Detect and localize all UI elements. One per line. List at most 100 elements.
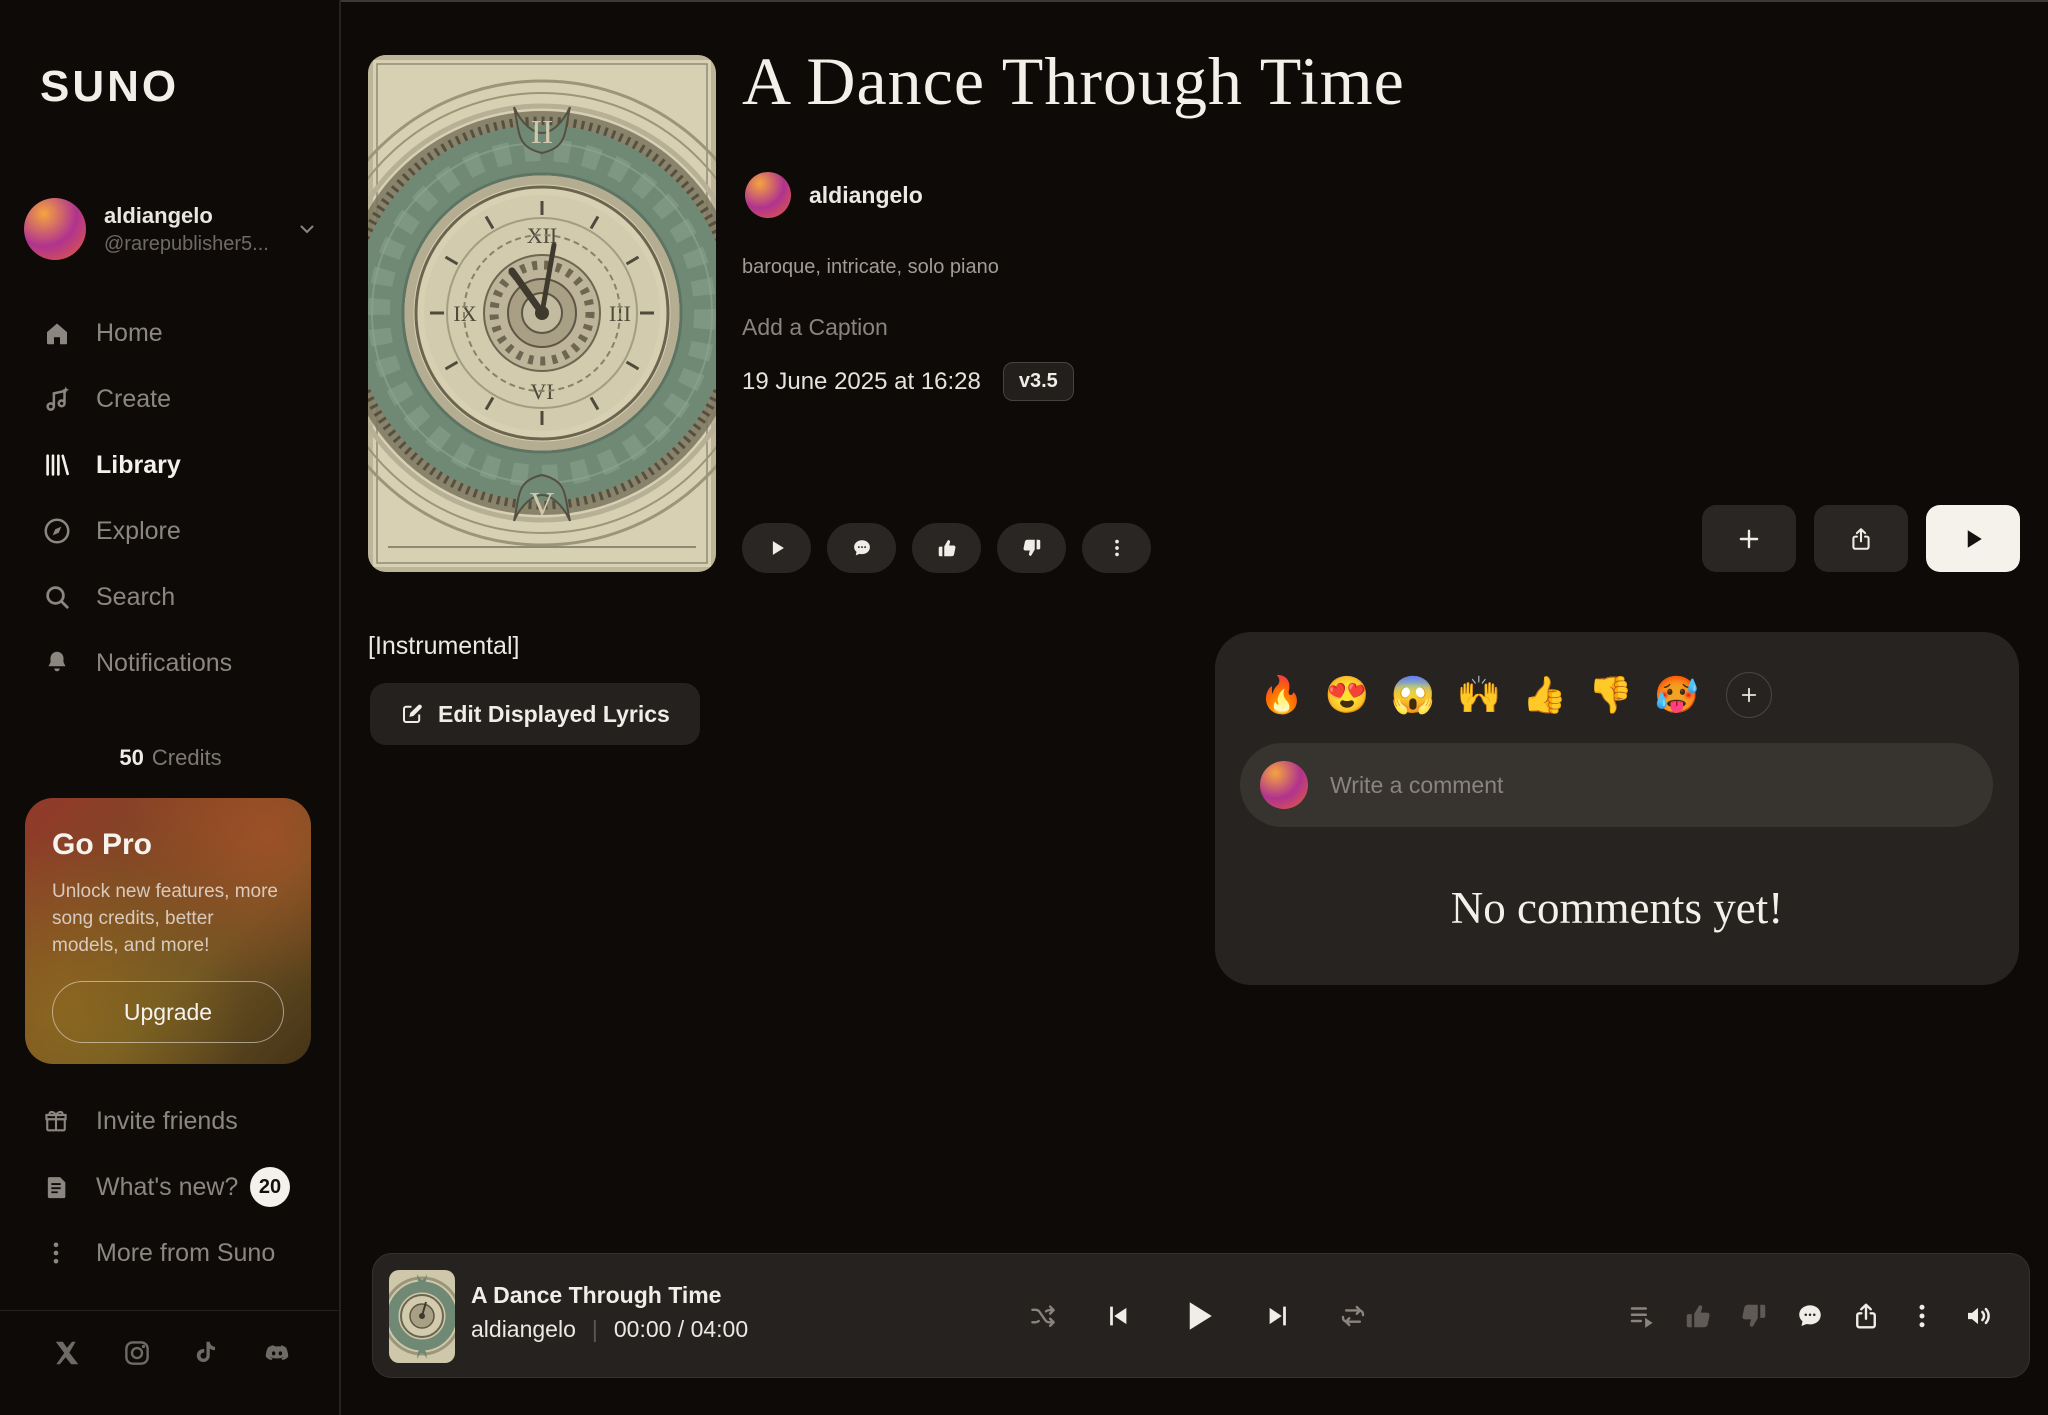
nav-label: Search — [96, 583, 175, 612]
reaction-scream[interactable]: 😱 — [1391, 673, 1436, 717]
upgrade-button[interactable]: Upgrade — [52, 981, 284, 1043]
previous-button[interactable] — [1102, 1301, 1132, 1331]
reaction-hot-face[interactable]: 🥵 — [1654, 673, 1699, 717]
invite-friends-item[interactable]: Invite friends — [0, 1088, 339, 1154]
thumbs-up-icon — [1683, 1301, 1713, 1331]
player-thumbnail[interactable] — [389, 1270, 455, 1363]
more-options-button[interactable] — [1082, 523, 1151, 573]
shuffle-button[interactable] — [1028, 1301, 1058, 1331]
comment-input-bar — [1240, 743, 1993, 827]
sidebar-item-explore[interactable]: Explore — [0, 498, 339, 564]
thumbs-down-icon — [1021, 537, 1043, 559]
go-pro-title: Go Pro — [52, 828, 284, 862]
play-button[interactable] — [742, 523, 811, 573]
nav-label: More from Suno — [96, 1239, 275, 1268]
share-icon — [1851, 1301, 1881, 1331]
suno-app: SUNO aldiangelo @rarepublisher5... Home … — [0, 0, 2048, 1415]
reaction-thumbs-up[interactable]: 👍 — [1522, 673, 1567, 717]
reaction-fire[interactable]: 🔥 — [1259, 673, 1304, 717]
like-button[interactable] — [912, 523, 981, 573]
queue-button[interactable] — [1627, 1301, 1657, 1331]
next-button[interactable] — [1264, 1301, 1294, 1331]
skip-forward-icon — [1264, 1301, 1294, 1331]
reaction-heart-eyes[interactable]: 😍 — [1325, 673, 1370, 717]
repeat-icon — [1338, 1301, 1368, 1331]
sidebar-item-notifications[interactable]: Notifications — [0, 630, 339, 696]
artist-link[interactable]: aldiangelo — [745, 172, 923, 218]
comment-icon — [1795, 1301, 1825, 1331]
model-version-badge[interactable]: v3.5 — [1003, 362, 1074, 401]
comment-icon — [851, 537, 873, 559]
credits-counter: 50 Credits — [0, 745, 341, 771]
player-artist[interactable]: aldiangelo — [471, 1316, 576, 1343]
go-pro-description: Unlock new features, more song credits, … — [52, 878, 284, 959]
queue-icon — [1627, 1301, 1657, 1331]
user-handle: @rarepublisher5... — [104, 233, 291, 256]
style-tags[interactable]: baroque, intricate, solo piano — [742, 256, 999, 279]
comment-input[interactable] — [1330, 772, 1973, 799]
primary-nav: Home Create Library Explore Search Notif… — [0, 300, 339, 696]
nav-label: Library — [96, 451, 181, 480]
top-right-actions — [1702, 505, 2020, 572]
gift-icon — [42, 1107, 70, 1135]
user-menu[interactable]: aldiangelo @rarepublisher5... — [24, 196, 319, 262]
player-share-button[interactable] — [1851, 1301, 1881, 1331]
share-button[interactable] — [1814, 505, 1908, 572]
sidebar-item-home[interactable]: Home — [0, 300, 339, 366]
edit-lyrics-label: Edit Displayed Lyrics — [438, 701, 670, 728]
document-icon — [42, 1173, 70, 1201]
thumbs-up-icon — [936, 537, 958, 559]
song-title: A Dance Through Time — [742, 42, 1405, 121]
volume-icon — [1963, 1301, 1993, 1331]
volume-button[interactable] — [1963, 1301, 1993, 1331]
instagram-icon[interactable] — [122, 1338, 152, 1368]
play-icon — [766, 537, 788, 559]
edit-lyrics-button[interactable]: Edit Displayed Lyrics — [370, 683, 700, 745]
plus-icon — [1739, 685, 1759, 705]
add-caption-field[interactable]: Add a Caption — [742, 314, 888, 341]
tiktok-icon[interactable] — [192, 1338, 222, 1368]
player-like-button[interactable] — [1683, 1301, 1713, 1331]
dislike-button[interactable] — [997, 523, 1066, 573]
user-avatar — [24, 198, 86, 260]
sidebar: SUNO aldiangelo @rarepublisher5... Home … — [0, 0, 341, 1415]
player-more-button[interactable] — [1907, 1301, 1937, 1331]
artist-avatar — [745, 172, 791, 218]
reaction-thumbs-down[interactable]: 👎 — [1588, 673, 1633, 717]
player-play-button[interactable] — [1176, 1294, 1220, 1338]
search-icon — [42, 582, 72, 612]
reaction-raised-hands[interactable]: 🙌 — [1456, 673, 1501, 717]
x-icon[interactable] — [52, 1338, 82, 1368]
user-name: aldiangelo — [104, 203, 291, 229]
plus-icon — [1736, 526, 1762, 552]
nav-label: Create — [96, 385, 171, 414]
secondary-nav: Invite friends What's new? 20 More from … — [0, 1088, 339, 1286]
whats-new-item[interactable]: What's new? 20 — [0, 1154, 339, 1220]
add-reaction-button[interactable] — [1726, 672, 1772, 718]
more-from-suno-item[interactable]: More from Suno — [0, 1220, 339, 1286]
play-icon — [1959, 525, 1987, 553]
chevron-down-icon — [295, 217, 319, 241]
sidebar-divider — [0, 1310, 339, 1311]
comment-button[interactable] — [827, 523, 896, 573]
thumbs-down-icon — [1739, 1301, 1769, 1331]
player-dislike-button[interactable] — [1739, 1301, 1769, 1331]
sidebar-item-library[interactable]: Library — [0, 432, 339, 498]
credits-amount: 50 — [119, 745, 143, 770]
repeat-button[interactable] — [1338, 1301, 1368, 1331]
add-to-playlist-button[interactable] — [1702, 505, 1796, 572]
discord-icon[interactable] — [262, 1338, 292, 1368]
go-pro-card: Go Pro Unlock new features, more song cr… — [25, 798, 311, 1064]
player-bar: A Dance Through Time aldiangelo | 00:00 … — [372, 1253, 2030, 1378]
album-art — [368, 55, 716, 572]
skip-back-icon — [1102, 1301, 1132, 1331]
home-icon — [42, 318, 72, 348]
suno-logo[interactable]: SUNO — [40, 62, 179, 112]
player-comment-button[interactable] — [1795, 1301, 1825, 1331]
player-song-title[interactable]: A Dance Through Time — [471, 1282, 721, 1309]
sidebar-item-create[interactable]: Create — [0, 366, 339, 432]
play-song-button[interactable] — [1926, 505, 2020, 572]
sidebar-item-search[interactable]: Search — [0, 564, 339, 630]
credits-label: Credits — [152, 745, 222, 770]
library-icon — [42, 450, 72, 480]
